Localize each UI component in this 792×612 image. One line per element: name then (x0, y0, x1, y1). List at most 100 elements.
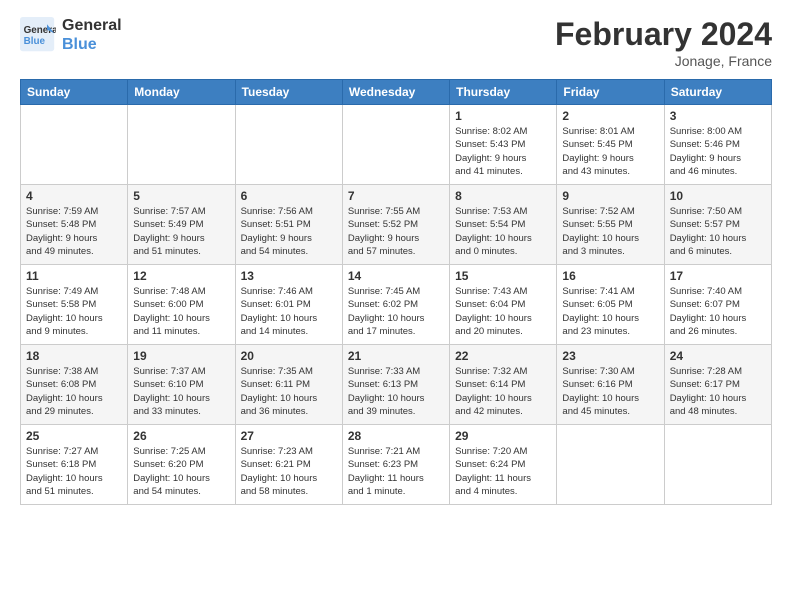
day-cell: 29Sunrise: 7:20 AM Sunset: 6:24 PM Dayli… (450, 425, 557, 505)
day-cell: 4 Sunrise: 7:59 AM Sunset: 5:48 PM Daylig… (21, 185, 128, 265)
day-cell: 10Sunrise: 7:50 AM Sunset: 5:57 PM Dayli… (664, 185, 771, 265)
day-cell (557, 425, 664, 505)
calendar-table: SundayMondayTuesdayWednesdayThursdayFrid… (20, 79, 772, 505)
day-info: Sunrise: 7:57 AM Sunset: 5:49 PM Dayligh… (133, 205, 229, 258)
header-cell-sunday: Sunday (21, 80, 128, 105)
day-number: 25 (26, 429, 122, 443)
day-number: 27 (241, 429, 337, 443)
day-info: Sunrise: 7:49 AM Sunset: 5:58 PM Dayligh… (26, 285, 122, 338)
day-number: 24 (670, 349, 766, 363)
day-cell: 17 Sunrise: 7:40 AM Sunset: 6:07 PM Dayli… (664, 265, 771, 345)
header-row: SundayMondayTuesdayWednesdayThursdayFrid… (21, 80, 772, 105)
day-number: 23 (562, 349, 658, 363)
week-row-4: 18Sunrise: 7:38 AM Sunset: 6:08 PM Dayli… (21, 345, 772, 425)
day-info: Sunrise: 7:50 AM Sunset: 5:57 PM Dayligh… (670, 205, 766, 258)
day-number: 8 (455, 189, 551, 203)
day-number: 28 (348, 429, 444, 443)
day-info: Sunrise: 7:30 AM Sunset: 6:16 PM Dayligh… (562, 365, 658, 418)
header-cell-thursday: Thursday (450, 80, 557, 105)
day-info: Sunrise: 7:59 AM Sunset: 5:48 PM Dayligh… (26, 205, 122, 258)
day-info: Sunrise: 7:37 AM Sunset: 6:10 PM Dayligh… (133, 365, 229, 418)
day-info: Sunrise: 8:02 AM Sunset: 5:43 PM Dayligh… (455, 125, 551, 178)
day-number: 15 (455, 269, 551, 283)
day-info: Sunrise: 7:32 AM Sunset: 6:14 PM Dayligh… (455, 365, 551, 418)
day-number: 9 (562, 189, 658, 203)
month-title: February 2024 (555, 16, 772, 53)
day-number: 3 (670, 109, 766, 123)
day-cell: 27 Sunrise: 7:23 AM Sunset: 6:21 PM Dayli… (235, 425, 342, 505)
day-info: Sunrise: 7:40 AM Sunset: 6:07 PM Dayligh… (670, 285, 766, 338)
header: General Blue General Blue February 2024 … (20, 16, 772, 69)
day-cell: 8 Sunrise: 7:53 AM Sunset: 5:54 PM Daylig… (450, 185, 557, 265)
logo: General Blue General Blue (20, 16, 122, 54)
day-number: 7 (348, 189, 444, 203)
day-number: 20 (241, 349, 337, 363)
day-info: Sunrise: 7:48 AM Sunset: 6:00 PM Dayligh… (133, 285, 229, 338)
day-number: 12 (133, 269, 229, 283)
day-number: 17 (670, 269, 766, 283)
day-info: Sunrise: 7:53 AM Sunset: 5:54 PM Dayligh… (455, 205, 551, 258)
header-cell-monday: Monday (128, 80, 235, 105)
header-cell-tuesday: Tuesday (235, 80, 342, 105)
calendar-header: SundayMondayTuesdayWednesdayThursdayFrid… (21, 80, 772, 105)
day-info: Sunrise: 8:00 AM Sunset: 5:46 PM Dayligh… (670, 125, 766, 178)
day-info: Sunrise: 7:33 AM Sunset: 6:13 PM Dayligh… (348, 365, 444, 418)
logo-text: General Blue (62, 16, 122, 54)
day-number: 18 (26, 349, 122, 363)
day-number: 1 (455, 109, 551, 123)
day-info: Sunrise: 7:56 AM Sunset: 5:51 PM Dayligh… (241, 205, 337, 258)
day-info: Sunrise: 7:45 AM Sunset: 6:02 PM Dayligh… (348, 285, 444, 338)
day-info: Sunrise: 7:28 AM Sunset: 6:17 PM Dayligh… (670, 365, 766, 418)
header-cell-wednesday: Wednesday (342, 80, 449, 105)
day-cell: 23 Sunrise: 7:30 AM Sunset: 6:16 PM Dayli… (557, 345, 664, 425)
day-number: 4 (26, 189, 122, 203)
day-cell: 6 Sunrise: 7:56 AM Sunset: 5:51 PM Daylig… (235, 185, 342, 265)
day-info: Sunrise: 7:43 AM Sunset: 6:04 PM Dayligh… (455, 285, 551, 338)
day-number: 22 (455, 349, 551, 363)
day-info: Sunrise: 7:20 AM Sunset: 6:24 PM Dayligh… (455, 445, 551, 498)
day-cell: 11 Sunrise: 7:49 AM Sunset: 5:58 PM Dayli… (21, 265, 128, 345)
day-number: 6 (241, 189, 337, 203)
day-cell (235, 105, 342, 185)
day-cell: 2 Sunrise: 8:01 AM Sunset: 5:45 PM Daylig… (557, 105, 664, 185)
day-cell: 22 Sunrise: 7:32 AM Sunset: 6:14 PM Dayli… (450, 345, 557, 425)
day-cell: 9Sunrise: 7:52 AM Sunset: 5:55 PM Daylig… (557, 185, 664, 265)
week-row-2: 4 Sunrise: 7:59 AM Sunset: 5:48 PM Daylig… (21, 185, 772, 265)
day-info: Sunrise: 8:01 AM Sunset: 5:45 PM Dayligh… (562, 125, 658, 178)
day-cell (664, 425, 771, 505)
logo-icon: General Blue (20, 17, 56, 53)
day-cell: 7 Sunrise: 7:55 AM Sunset: 5:52 PM Daylig… (342, 185, 449, 265)
header-cell-saturday: Saturday (664, 80, 771, 105)
day-cell: 3 Sunrise: 8:00 AM Sunset: 5:46 PM Daylig… (664, 105, 771, 185)
svg-text:Blue: Blue (24, 36, 46, 47)
page-container: General Blue General Blue February 2024 … (0, 0, 792, 515)
day-info: Sunrise: 7:55 AM Sunset: 5:52 PM Dayligh… (348, 205, 444, 258)
day-info: Sunrise: 7:41 AM Sunset: 6:05 PM Dayligh… (562, 285, 658, 338)
day-cell: 16Sunrise: 7:41 AM Sunset: 6:05 PM Dayli… (557, 265, 664, 345)
day-info: Sunrise: 7:27 AM Sunset: 6:18 PM Dayligh… (26, 445, 122, 498)
day-info: Sunrise: 7:21 AM Sunset: 6:23 PM Dayligh… (348, 445, 444, 498)
header-cell-friday: Friday (557, 80, 664, 105)
day-cell: 1 Sunrise: 8:02 AM Sunset: 5:43 PM Daylig… (450, 105, 557, 185)
day-number: 5 (133, 189, 229, 203)
day-number: 11 (26, 269, 122, 283)
day-number: 2 (562, 109, 658, 123)
day-cell (128, 105, 235, 185)
day-cell: 5 Sunrise: 7:57 AM Sunset: 5:49 PM Daylig… (128, 185, 235, 265)
day-info: Sunrise: 7:35 AM Sunset: 6:11 PM Dayligh… (241, 365, 337, 418)
day-cell: 26Sunrise: 7:25 AM Sunset: 6:20 PM Dayli… (128, 425, 235, 505)
day-number: 19 (133, 349, 229, 363)
location: Jonage, France (555, 53, 772, 69)
day-cell: 12 Sunrise: 7:48 AM Sunset: 6:00 PM Dayli… (128, 265, 235, 345)
title-block: February 2024 Jonage, France (555, 16, 772, 69)
day-cell (21, 105, 128, 185)
day-cell: 13Sunrise: 7:46 AM Sunset: 6:01 PM Dayli… (235, 265, 342, 345)
day-number: 14 (348, 269, 444, 283)
day-cell: 19 Sunrise: 7:37 AM Sunset: 6:10 PM Dayli… (128, 345, 235, 425)
day-cell: 14 Sunrise: 7:45 AM Sunset: 6:02 PM Dayli… (342, 265, 449, 345)
day-number: 21 (348, 349, 444, 363)
calendar-body: 1 Sunrise: 8:02 AM Sunset: 5:43 PM Daylig… (21, 105, 772, 505)
week-row-5: 25 Sunrise: 7:27 AM Sunset: 6:18 PM Dayli… (21, 425, 772, 505)
day-info: Sunrise: 7:23 AM Sunset: 6:21 PM Dayligh… (241, 445, 337, 498)
day-cell: 24 Sunrise: 7:28 AM Sunset: 6:17 PM Dayli… (664, 345, 771, 425)
